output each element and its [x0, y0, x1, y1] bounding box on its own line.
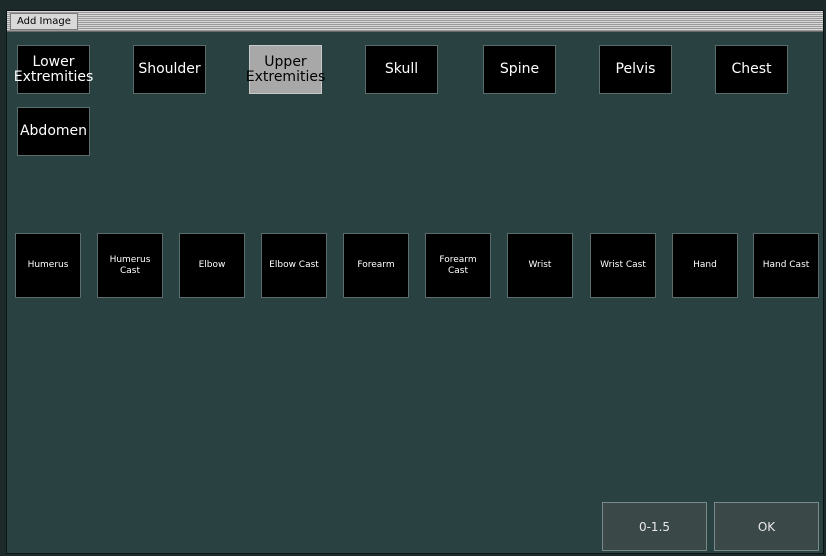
category-lower-extremities[interactable]: Lower Extremities — [14, 45, 93, 94]
view-humerus-cast[interactable]: Humerus Cast — [97, 233, 163, 298]
view-elbow[interactable]: Elbow — [179, 233, 245, 298]
add-image-window: Add Image Lower Extremities Shoulder Upp… — [6, 10, 824, 554]
view-forearm-cast[interactable]: Forearm Cast — [425, 233, 491, 298]
category-pelvis[interactable]: Pelvis — [599, 45, 672, 94]
view-wrist[interactable]: Wrist — [507, 233, 573, 298]
ok-button[interactable]: OK — [714, 502, 819, 551]
view-hand[interactable]: Hand — [672, 233, 738, 298]
view-hand-cast[interactable]: Hand Cast — [753, 233, 819, 298]
category-chest[interactable]: Chest — [715, 45, 788, 94]
category-spine[interactable]: Spine — [483, 45, 556, 94]
category-skull[interactable]: Skull — [365, 45, 438, 94]
range-button[interactable]: 0-1.5 — [602, 502, 707, 551]
category-upper-extremities[interactable]: Upper Extremities — [246, 45, 325, 94]
view-wrist-cast[interactable]: Wrist Cast — [590, 233, 656, 298]
view-humerus[interactable]: Humerus — [15, 233, 81, 298]
view-elbow-cast[interactable]: Elbow Cast — [261, 233, 327, 298]
window-title: Add Image — [10, 13, 78, 30]
category-shoulder[interactable]: Shoulder — [133, 45, 206, 94]
category-abdomen[interactable]: Abdomen — [17, 107, 90, 156]
view-forearm[interactable]: Forearm — [343, 233, 409, 298]
title-bar[interactable]: Add Image — [7, 11, 823, 32]
